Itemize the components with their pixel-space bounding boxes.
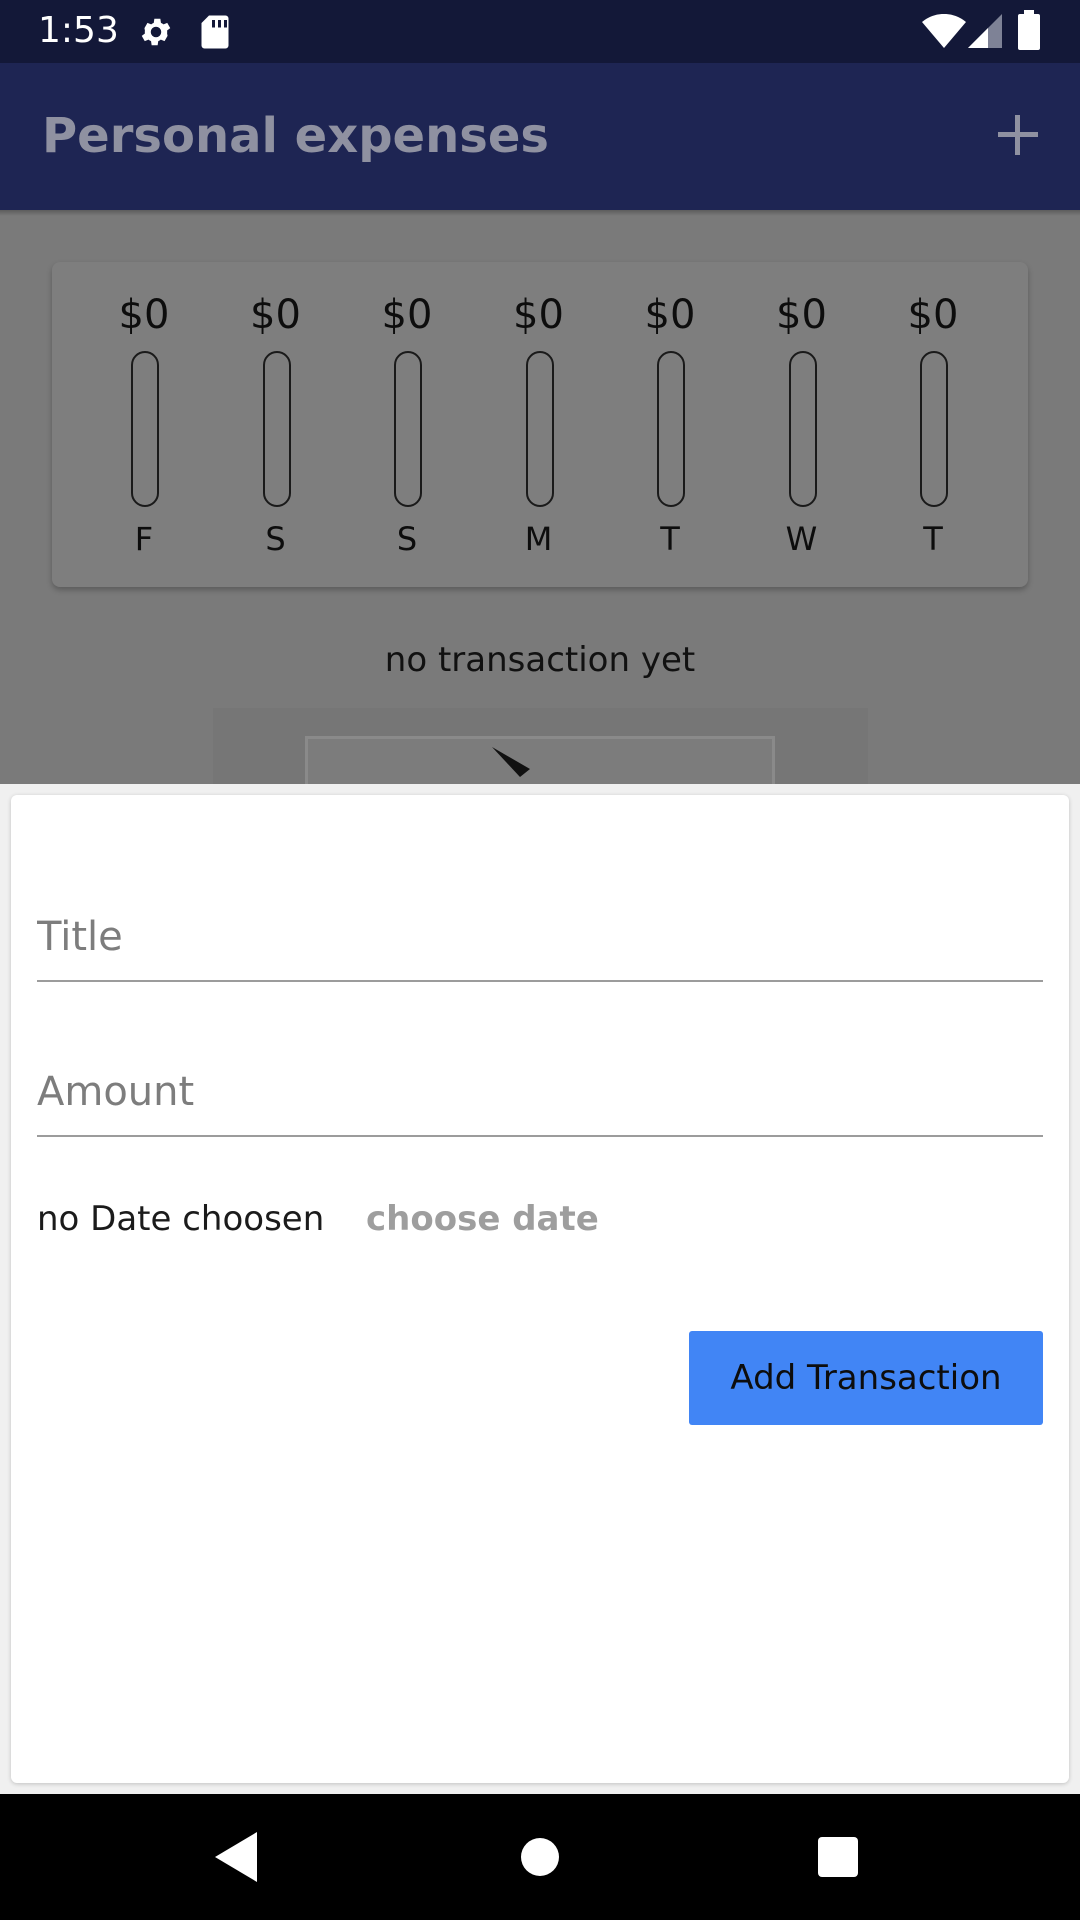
back-icon[interactable] — [205, 1824, 271, 1890]
home-icon[interactable] — [507, 1824, 573, 1890]
amount-input[interactable] — [37, 1069, 1043, 1115]
bar-amount-label: $0 — [250, 292, 301, 338]
empty-state-image — [213, 708, 868, 787]
chart-bar-column: $0 M — [489, 262, 589, 587]
plus-icon[interactable] — [994, 111, 1042, 159]
transaction-form: no Date choosen choose date Add Transact… — [11, 795, 1069, 1783]
page-title: Personal expenses — [42, 108, 549, 164]
chart-bar-column: $0 F — [94, 262, 194, 587]
bar-amount-label: $0 — [118, 292, 170, 338]
app-bar-shadow — [0, 210, 1080, 216]
chart-bar-column: $0 S — [357, 262, 457, 587]
date-status-text: no Date choosen — [37, 1199, 325, 1239]
amount-field[interactable] — [37, 1025, 1043, 1137]
chart-bar-column: $0 T — [620, 262, 720, 587]
bar-track — [262, 351, 291, 507]
recents-icon[interactable] — [805, 1824, 871, 1890]
title-field[interactable] — [37, 870, 1043, 982]
bar-amount-label: $0 — [907, 292, 959, 338]
bar-day-label: M — [524, 520, 553, 558]
weekly-chart: $0 F $0 S $0 S $0 M $0 T $0 W $0 T — [52, 262, 1028, 587]
bar-track — [131, 351, 159, 507]
chart-bar-column: $0 W — [752, 262, 852, 587]
signal-icon — [968, 14, 1002, 53]
bar-amount-label: $0 — [381, 292, 433, 338]
bar-track — [394, 351, 422, 507]
gear-icon — [138, 14, 174, 55]
bar-amount-label: $0 — [644, 292, 696, 338]
bar-day-label: F — [134, 520, 154, 558]
bar-day-label: T — [660, 520, 680, 558]
bar-track — [657, 351, 685, 507]
add-transaction-button[interactable]: Add Transaction — [689, 1331, 1043, 1425]
pen-tip-icon — [492, 747, 530, 777]
empty-state-text: no transaction yet — [384, 640, 696, 680]
chart-bar-column: $0 S — [226, 262, 326, 587]
choose-date-button[interactable]: choose date — [354, 1187, 611, 1251]
bar-day-label: T — [923, 520, 943, 558]
bar-amount-label: $0 — [513, 292, 564, 338]
wifi-icon — [922, 13, 966, 53]
status-time: 1:53 — [38, 10, 119, 51]
app-bar: Personal expenses — [0, 63, 1080, 210]
bar-amount-label: $0 — [776, 292, 827, 338]
empty-state-illustration — [305, 736, 775, 787]
sd-card-icon — [200, 14, 230, 55]
bar-track — [920, 351, 948, 507]
battery-icon — [1018, 10, 1040, 55]
bar-day-label: S — [396, 520, 418, 558]
system-nav-bar — [0, 1794, 1080, 1920]
bar-track — [525, 351, 554, 507]
bar-day-label: W — [785, 520, 818, 558]
bar-track — [788, 351, 817, 507]
chart-bar-column: $0 T — [883, 262, 983, 587]
bar-day-label: S — [265, 520, 286, 558]
status-bar: 1:53 — [0, 0, 1080, 63]
title-input[interactable] — [37, 914, 1043, 960]
